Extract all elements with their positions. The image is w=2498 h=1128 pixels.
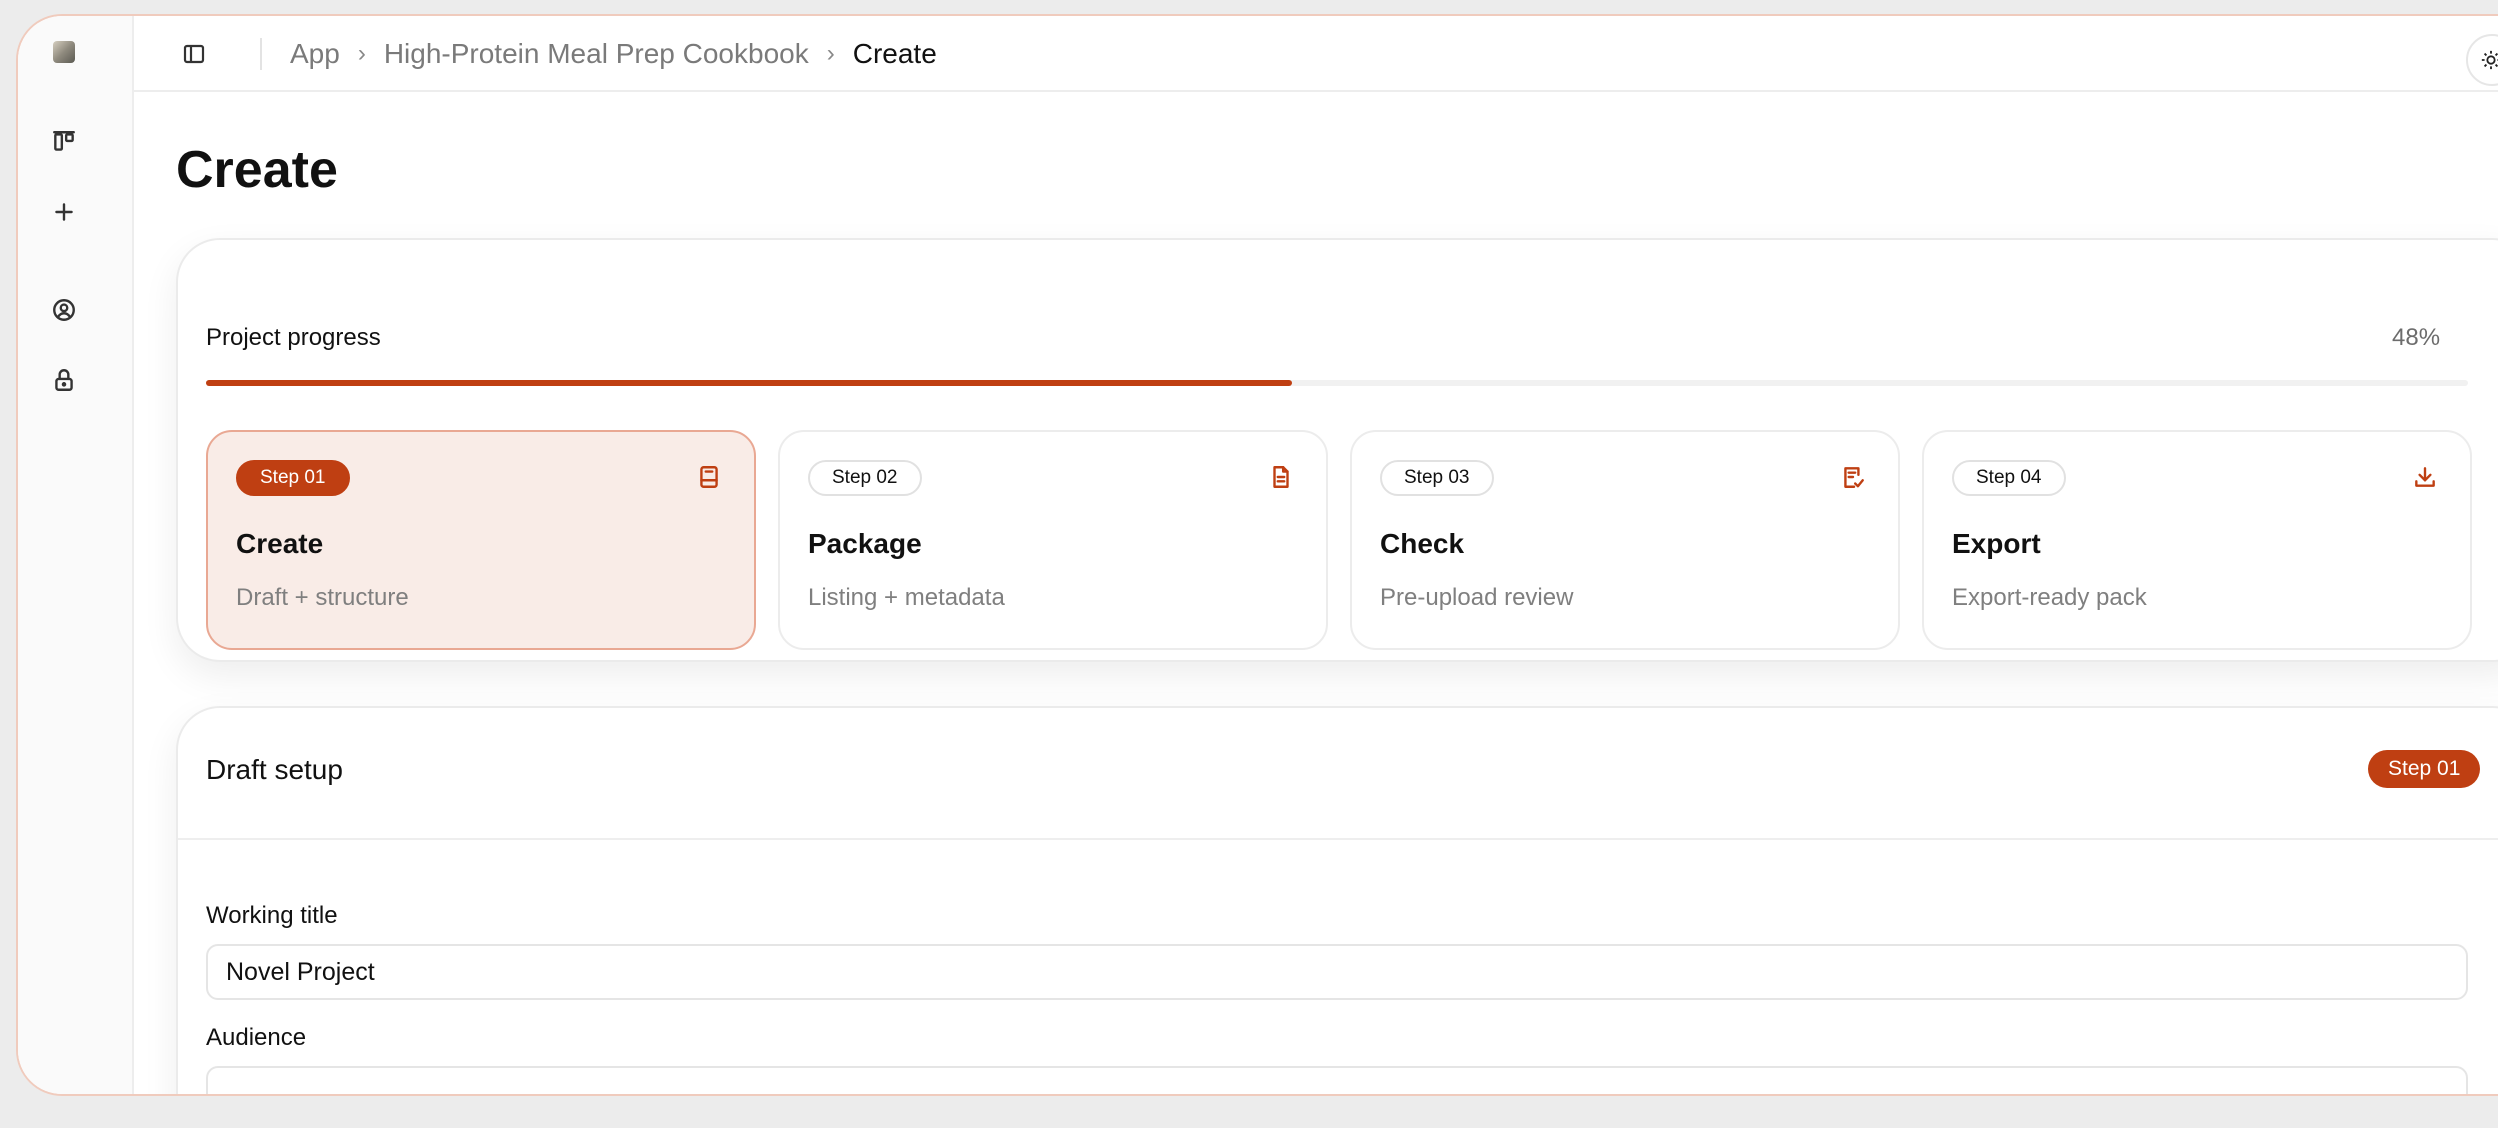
divider xyxy=(260,38,262,70)
breadcrumb: App › High-Protein Meal Prep Cookbook › … xyxy=(290,16,937,92)
step-badge: Step 01 xyxy=(2368,750,2481,788)
draft-setup-title: Draft setup xyxy=(206,754,343,785)
audience-input[interactable] xyxy=(206,1066,2468,1094)
download-icon xyxy=(2412,464,2438,490)
breadcrumb-project[interactable]: High-Protein Meal Prep Cookbook xyxy=(384,38,809,70)
step-card-create[interactable]: Step 01 Create Draft + structure xyxy=(206,430,756,650)
topbar: App › High-Protein Meal Prep Cookbook › … xyxy=(134,16,2498,92)
step-title: Create xyxy=(236,528,324,559)
plus-icon[interactable] xyxy=(48,196,80,228)
sidebar xyxy=(18,16,134,1094)
step-badge: Step 04 xyxy=(1952,460,2066,496)
progress-bar xyxy=(206,380,2468,386)
chevron-right-icon: › xyxy=(357,40,366,67)
progress-card: Project progress 48% Step 01 Create Draf… xyxy=(176,238,2498,662)
checklist-icon xyxy=(1840,464,1866,490)
step-badge: Step 01 xyxy=(236,460,350,496)
step-card-export[interactable]: Step 04 Export Export-ready pack xyxy=(1922,430,2472,650)
step-badge: Step 02 xyxy=(808,460,922,496)
progress-percent: 48% xyxy=(2392,324,2441,351)
step-subtitle: Pre-upload review xyxy=(1380,584,1574,611)
step-title: Package xyxy=(808,528,922,559)
progress-fill xyxy=(206,380,1292,386)
breadcrumb-current: Create xyxy=(852,38,937,69)
step-subtitle: Listing + metadata xyxy=(808,584,1005,611)
step-subtitle: Draft + structure xyxy=(236,584,409,611)
lock-icon[interactable] xyxy=(48,364,80,396)
step-subtitle: Export-ready pack xyxy=(1952,584,2147,611)
chevron-right-icon: › xyxy=(826,40,835,67)
sun-icon xyxy=(2481,50,2498,70)
draft-setup-card: Draft setup Step 01 Working title Audien… xyxy=(176,706,2498,1094)
step-card-package[interactable]: Step 02 Package Listing + metadata xyxy=(778,430,1328,650)
step-list: Step 01 Create Draft + structure Step 02… xyxy=(206,430,2472,650)
step-title: Export xyxy=(1952,528,2041,559)
theme-toggle-button[interactable] xyxy=(2466,34,2498,86)
app-logo-icon[interactable] xyxy=(48,36,80,68)
progress-label: Project progress xyxy=(206,324,381,351)
divider xyxy=(178,838,2498,840)
working-title-input[interactable] xyxy=(206,944,2468,1000)
breadcrumb-app[interactable]: App xyxy=(290,38,340,70)
book-icon xyxy=(696,464,722,490)
step-badge: Step 03 xyxy=(1380,460,1494,496)
page-title: Create xyxy=(176,141,338,199)
document-icon xyxy=(1268,464,1294,490)
working-title-label: Working title xyxy=(206,902,338,929)
audience-label: Audience xyxy=(206,1024,307,1051)
step-title: Check xyxy=(1380,528,1465,559)
sidebar-toggle-icon[interactable] xyxy=(176,36,212,72)
app-window: App › High-Protein Meal Prep Cookbook › … xyxy=(16,14,2498,1096)
account-icon[interactable] xyxy=(48,294,80,326)
step-card-check[interactable]: Step 03 Check Pre-upload review xyxy=(1350,430,1900,650)
board-icon[interactable] xyxy=(48,126,80,158)
